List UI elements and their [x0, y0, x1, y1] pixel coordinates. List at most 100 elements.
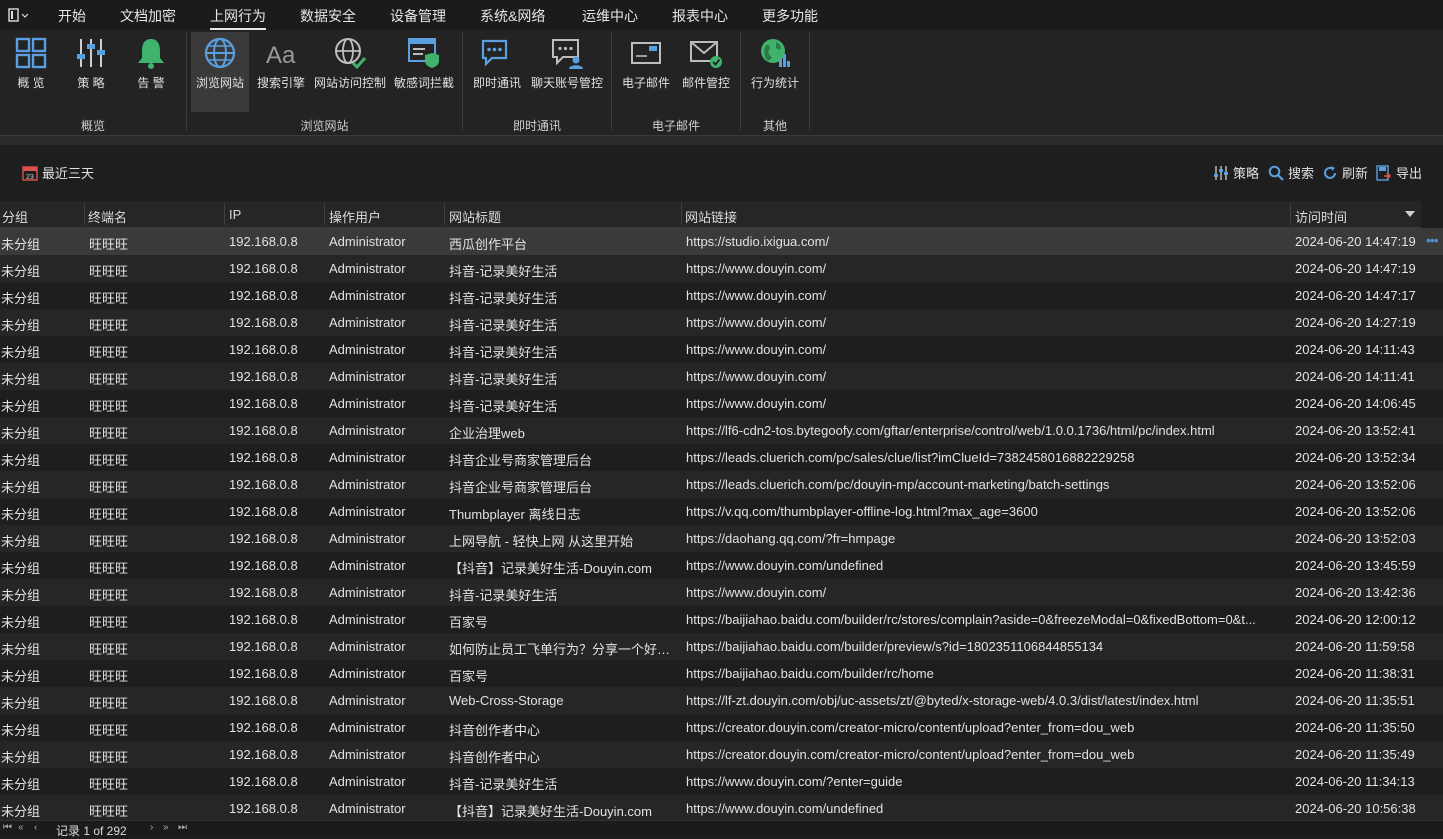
table-row[interactable]: 未分组 旺旺旺 192.168.0.8 Administrator 【抖音】记录美好生活…: [0, 552, 1443, 579]
browse-websites-button[interactable]: 浏览网站: [191, 32, 249, 112]
table-row[interactable]: 未分组 旺旺旺 192.168.0.8 Administrator 【抖音】记录美好生活…: [0, 795, 1443, 820]
cell-ip: 192.168.0.8: [229, 477, 298, 492]
next-page-icon[interactable]: ›: [150, 822, 153, 833]
column-divider: [224, 203, 225, 225]
overview-button[interactable]: 概 览: [6, 32, 56, 112]
cell-time: 2024-06-20 14:11:43: [1295, 342, 1415, 357]
email-button[interactable]: 电子邮件: [618, 32, 674, 112]
column-header-terminal[interactable]: 终端名: [88, 207, 127, 226]
table-row[interactable]: 未分组 旺旺旺 192.168.0.8 Administrator Thumbplaye…: [0, 498, 1443, 525]
cell-title: 抖音-记录美好生活: [449, 588, 558, 603]
export-icon: [1376, 164, 1392, 181]
tab-report-center[interactable]: 报表中心: [672, 6, 728, 26]
cell-terminal: 旺旺旺: [89, 750, 129, 765]
next-page-group-icon[interactable]: »: [163, 822, 169, 833]
table-row[interactable]: 未分组 旺旺旺 192.168.0.8 Administrator 抖音-记录美好生活 h…: [0, 336, 1443, 363]
cell-title: 企业治理web: [449, 426, 525, 441]
column-divider: [1290, 203, 1291, 225]
table-row[interactable]: 未分组 旺旺旺 192.168.0.8 Administrator 抖音-记录美好生活 h…: [0, 768, 1443, 795]
behavior-statistics-button[interactable]: 行为统计: [747, 32, 803, 112]
cell-title: 上网导航 - 轻快上网 从这里开始: [449, 534, 634, 549]
cell-url: https://v.qq.com/thumbplayer-offline-log…: [686, 504, 1038, 519]
cell-time: 2024-06-20 12:00:12: [1295, 612, 1416, 627]
column-header-url[interactable]: 网站链接: [685, 207, 737, 226]
table-row[interactable]: 未分组 旺旺旺 192.168.0.8 Administrator 抖音-记录美好生活 h…: [0, 255, 1443, 282]
export-toolbar-label: 导出: [1396, 166, 1423, 181]
last-page-icon[interactable]: ⏭: [178, 822, 187, 833]
table-row[interactable]: 未分组 旺旺旺 192.168.0.8 Administrator 抖音创作者中心 htt…: [0, 741, 1443, 768]
cell-user: Administrator: [329, 558, 406, 573]
table-row[interactable]: 未分组 旺旺旺 192.168.0.8 Administrator 抖音-记录美好生活 h…: [0, 309, 1443, 336]
tab-device-management[interactable]: 设备管理: [390, 6, 446, 26]
tab-data-security[interactable]: 数据安全: [300, 6, 356, 26]
group-separator: [809, 32, 810, 130]
cell-user: Administrator: [329, 477, 406, 492]
sensitive-word-block-label: 敏感词拦截: [393, 76, 454, 90]
chat-account-control-button[interactable]: 聊天账号管控: [529, 32, 605, 112]
table-row[interactable]: 未分组 旺旺旺 192.168.0.8 Administrator 上网导航 - 轻快上…: [0, 525, 1443, 552]
tab-internet-behavior[interactable]: 上网行为: [210, 6, 266, 30]
search-engine-button[interactable]: Aa 搜索引擎: [253, 32, 309, 112]
column-header-user[interactable]: 操作用户: [329, 207, 381, 226]
column-header-ip[interactable]: IP: [229, 207, 241, 222]
policy-button[interactable]: 策 略: [66, 32, 116, 112]
prev-page-group-icon[interactable]: «: [18, 822, 24, 833]
cell-user: Administrator: [329, 585, 406, 600]
tab-ops-center[interactable]: 运维中心: [582, 6, 638, 26]
search-toolbar-button[interactable]: 搜索: [1268, 163, 1314, 182]
table-row[interactable]: 未分组 旺旺旺 192.168.0.8 Administrator 抖音-记录美好生活 h…: [0, 579, 1443, 606]
tab-start[interactable]: 开始: [58, 6, 86, 26]
cell-user: Administrator: [329, 666, 406, 681]
column-header-group[interactable]: 分组: [2, 207, 28, 226]
export-toolbar-button[interactable]: 导出: [1376, 163, 1422, 182]
app-menu-icon[interactable]: [8, 7, 30, 23]
table-row[interactable]: 未分组 旺旺旺 192.168.0.8 Administrator 企业治理web htt…: [0, 417, 1443, 444]
cell-ip: 192.168.0.8: [229, 288, 298, 303]
column-header-time[interactable]: 访问时间: [1295, 207, 1347, 226]
tab-document-encryption[interactable]: 文档加密: [120, 6, 176, 26]
cell-url: https://lf-zt.douyin.com/obj/uc-assets/z…: [686, 693, 1199, 708]
policy-toolbar-button[interactable]: 策略: [1213, 163, 1259, 182]
email-control-button[interactable]: 邮件管控: [678, 32, 734, 112]
records-table: 分组 终端名 IP 操作用户 网站标题 网站链接 访问时间 未分组 旺旺旺 192.…: [0, 201, 1443, 820]
table-row[interactable]: 未分组 旺旺旺 192.168.0.8 Administrator 百家号 https:/…: [0, 606, 1443, 633]
instant-messaging-button[interactable]: 即时通讯: [470, 32, 524, 112]
cell-group: 未分组: [1, 642, 41, 657]
group-separator: [611, 32, 612, 130]
cell-ip: 192.168.0.8: [229, 720, 298, 735]
table-row[interactable]: 未分组 旺旺旺 192.168.0.8 Administrator 抖音企业号商家管理后…: [0, 471, 1443, 498]
refresh-toolbar-button[interactable]: 刷新: [1322, 163, 1368, 182]
cell-terminal: 旺旺旺: [89, 534, 129, 549]
tab-more-functions[interactable]: 更多功能: [762, 6, 818, 26]
table-row[interactable]: 未分组 旺旺旺 192.168.0.8 Administrator 抖音-记录美好生活 h…: [0, 390, 1443, 417]
table-row[interactable]: 未分组 旺旺旺 192.168.0.8 Administrator 抖音企业号商家管理后…: [0, 444, 1443, 471]
table-row[interactable]: 未分组 旺旺旺 192.168.0.8 Administrator 百家号 https:/…: [0, 660, 1443, 687]
row-more-icon[interactable]: •••: [1426, 232, 1439, 248]
search-toolbar-label: 搜索: [1288, 166, 1315, 181]
refresh-toolbar-label: 刷新: [1342, 166, 1369, 181]
sort-desc-icon[interactable]: [1405, 211, 1415, 217]
cell-ip: 192.168.0.8: [229, 693, 298, 708]
website-access-control-button[interactable]: 网站访问控制: [312, 32, 388, 112]
refresh-icon: [1324, 165, 1336, 179]
table-row[interactable]: 未分组 旺旺旺 192.168.0.8 Administrator 抖音创作者中心 htt…: [0, 714, 1443, 741]
cell-group: 未分组: [1, 318, 41, 333]
table-row[interactable]: 未分组 旺旺旺 192.168.0.8 Administrator 如何防止员工飞单行为…: [0, 633, 1443, 660]
column-header-title[interactable]: 网站标题: [449, 207, 501, 226]
email-label: 电子邮件: [621, 76, 670, 90]
table-row[interactable]: 未分组 旺旺旺 192.168.0.8 Administrator 抖音-记录美好生活 h…: [0, 363, 1443, 390]
table-row[interactable]: 未分组 旺旺旺 192.168.0.8 Administrator 西瓜创作平台 http…: [0, 228, 1443, 255]
group-label-email: 电子邮件: [651, 119, 700, 133]
prev-page-icon[interactable]: ‹: [34, 822, 37, 833]
cell-user: Administrator: [329, 369, 406, 384]
table-row[interactable]: 未分组 旺旺旺 192.168.0.8 Administrator Web-Cross-…: [0, 687, 1443, 714]
sensitive-word-block-button[interactable]: 敏感词拦截: [392, 32, 456, 112]
sliders-icon: [77, 39, 105, 67]
table-row[interactable]: 未分组 旺旺旺 192.168.0.8 Administrator 抖音-记录美好生活 h…: [0, 282, 1443, 309]
first-page-icon[interactable]: ⏮: [3, 822, 12, 833]
cell-time: 2024-06-20 11:34:13: [1295, 774, 1415, 789]
tab-system-network[interactable]: 系统&网络: [480, 6, 545, 26]
alert-button[interactable]: 告 警: [126, 32, 176, 112]
cell-group: 未分组: [1, 534, 41, 549]
date-range-button[interactable]: 23 最近三天: [22, 163, 94, 182]
